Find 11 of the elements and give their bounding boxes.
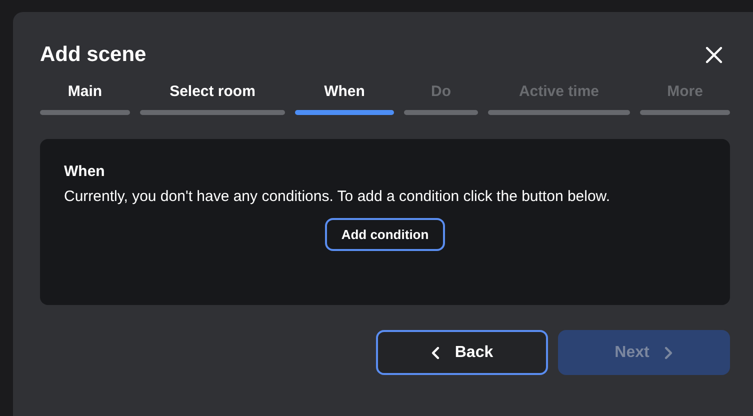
step-tab[interactable]: When <box>295 83 394 115</box>
section-message: Currently, you don't have any conditions. To add a condition click the button below. <box>64 188 611 206</box>
back-button[interactable]: Back <box>376 330 548 375</box>
section-heading: When <box>64 163 106 180</box>
step-tab[interactable]: Main <box>40 83 130 115</box>
add-condition-button[interactable]: Add condition <box>325 218 445 251</box>
step-tab[interactable]: Select room <box>140 83 285 115</box>
chevron-icon <box>430 346 441 360</box>
chevron-icon <box>663 346 674 360</box>
close-icon[interactable] <box>705 46 723 64</box>
dialog-title: Add scene <box>40 43 146 67</box>
